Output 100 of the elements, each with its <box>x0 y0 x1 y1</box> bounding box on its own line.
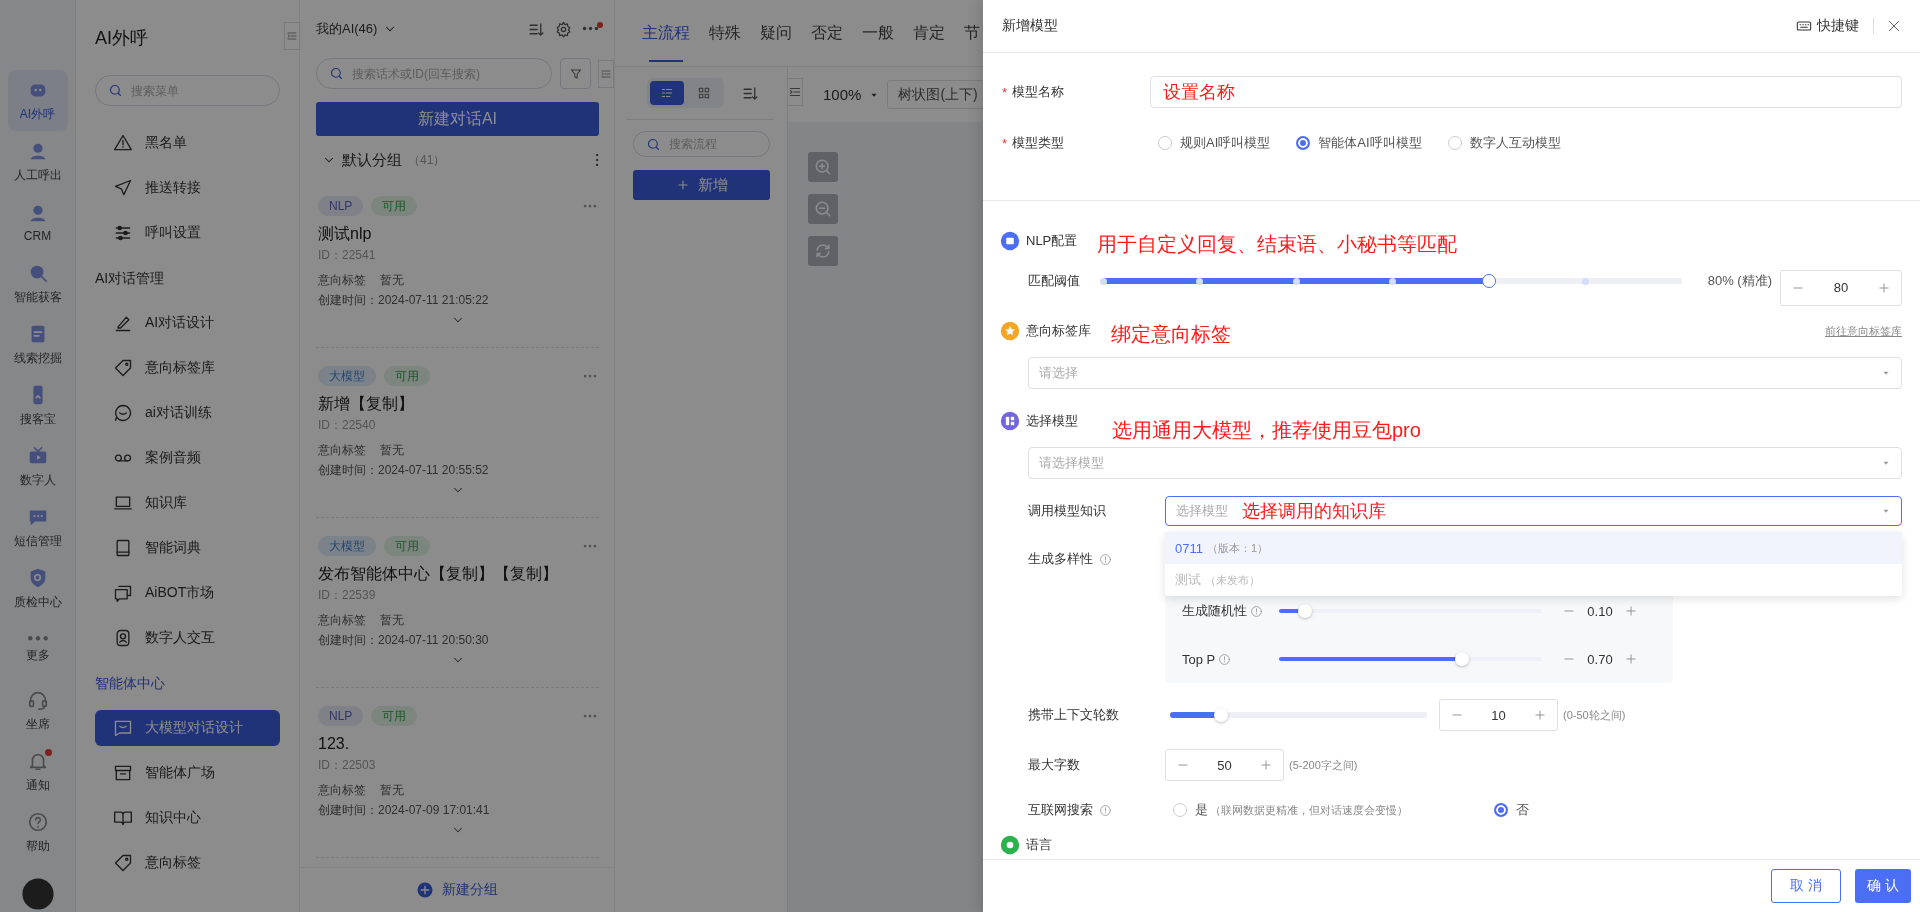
slider-thumb[interactable] <box>1298 604 1313 618</box>
radio-option[interactable]: 数字人互动模型 <box>1447 134 1561 152</box>
slider-thumb[interactable] <box>1482 274 1497 288</box>
plus-icon[interactable] <box>1624 604 1638 618</box>
rail-item[interactable]: 人工呼出 <box>7 131 68 192</box>
rail-item[interactable]: 坐席 <box>7 680 68 741</box>
collapse-tab[interactable] <box>788 78 803 106</box>
select-field[interactable]: 请选择模型 <box>1028 447 1902 479</box>
name-field[interactable]: 设置名称 <box>1150 76 1902 108</box>
menu-item[interactable]: 推送转接 <box>95 170 280 206</box>
menu-item[interactable]: 黑名单 <box>95 125 280 161</box>
menu-item[interactable]: ai对话训练 <box>95 395 280 431</box>
menu-item[interactable]: 智能体广场 <box>95 755 280 791</box>
radio-button[interactable] <box>1494 803 1508 817</box>
number-stepper[interactable]: 10 <box>1439 699 1558 731</box>
avatar[interactable] <box>20 877 55 911</box>
tab[interactable]: 一般 <box>862 0 894 66</box>
sort-icon[interactable] <box>528 20 545 38</box>
radio-button[interactable] <box>1173 803 1187 817</box>
radio-option[interactable]: 否 <box>1494 801 1529 819</box>
menu-item[interactable]: AiBOT市场 <box>95 575 280 611</box>
filter-button[interactable] <box>560 58 591 89</box>
rail-item[interactable]: 帮助 <box>7 802 68 863</box>
menu-item[interactable]: 意向标签库 <box>95 350 280 386</box>
menu-item[interactable]: 知识中心 <box>95 800 280 836</box>
more-icon[interactable] <box>583 203 597 209</box>
plus-icon[interactable] <box>1624 652 1638 666</box>
collapse-icon[interactable] <box>284 22 300 50</box>
tag: 可用 <box>384 366 430 386</box>
slider-thumb[interactable] <box>1455 652 1470 666</box>
radio-option[interactable]: 智能体AI呼叫模型 <box>1296 134 1422 152</box>
tab[interactable]: 节 <box>964 0 980 66</box>
add-button[interactable]: 新增 <box>633 170 770 200</box>
rail-item[interactable]: 质检中心 <box>7 558 68 619</box>
card-id: ID：22541 <box>318 247 377 264</box>
zoom-select[interactable]: 100% <box>823 86 880 103</box>
slider-thumb[interactable] <box>1214 708 1229 722</box>
info-icon[interactable] <box>1099 552 1112 566</box>
radio-button[interactable] <box>1447 136 1462 150</box>
more-icon[interactable] <box>583 373 597 379</box>
rail-item[interactable]: AI外呼 <box>7 70 68 131</box>
rail-item[interactable]: 数字人 <box>7 436 68 497</box>
menu-item[interactable]: 智能词典 <box>95 530 280 566</box>
info-icon[interactable] <box>1099 803 1112 817</box>
radio-option[interactable]: 规则AI呼叫模型 <box>1158 134 1271 152</box>
collapse-icon[interactable] <box>598 60 614 88</box>
menu-item[interactable]: AI对话设计 <box>95 305 280 341</box>
dropdown-option[interactable]: 0711 （版本：1） <box>1165 532 1902 564</box>
rail-item[interactable]: 线索挖掘 <box>7 314 68 375</box>
more-icon[interactable] <box>594 153 599 167</box>
close-icon[interactable] <box>1886 18 1902 34</box>
zoom-in-button[interactable] <box>808 152 838 182</box>
select-field[interactable]: 选择模型 选择调用的知识库 <box>1165 496 1902 526</box>
menu-item[interactable]: 大模型对话设计 <box>95 710 280 746</box>
rail-item[interactable]: 通知 <box>7 741 68 802</box>
new-group-button[interactable]: 新建分组 <box>410 880 504 900</box>
zoom-out-button[interactable] <box>808 194 838 224</box>
radio-button[interactable] <box>1158 136 1172 150</box>
menu-item[interactable]: 知识库 <box>95 485 280 521</box>
plus-icon[interactable] <box>1533 708 1547 722</box>
more-icon[interactable] <box>582 26 599 32</box>
radio-option[interactable]: 是（联网数据更精准，但对话速度会变慢） <box>1173 801 1408 819</box>
plus-icon[interactable] <box>1877 280 1891 295</box>
info-icon[interactable] <box>1218 652 1232 666</box>
menu-item[interactable]: 数字人交互 <box>95 620 280 656</box>
menu-item[interactable]: 意向标签 <box>95 845 280 881</box>
new-ai-button[interactable]: 新建对话AI <box>316 102 599 136</box>
intent-value: 暂无 <box>380 272 404 289</box>
pen-icon <box>113 313 133 333</box>
menu-item[interactable]: 呼叫设置 <box>95 215 280 251</box>
more-icon[interactable] <box>583 543 597 549</box>
section-heading: 智能体中心 <box>95 673 166 693</box>
rail-item[interactable]: CRM <box>7 192 68 253</box>
more-icon[interactable] <box>583 713 597 719</box>
number-stepper[interactable]: 80 <box>1780 269 1902 306</box>
menu-item[interactable]: 案例音频 <box>95 440 280 476</box>
rail-item[interactable]: 搜客宝 <box>7 375 68 436</box>
rail-item[interactable]: 更多 <box>7 619 68 680</box>
tab[interactable]: 疑问 <box>760 0 792 66</box>
tab[interactable]: 主流程 <box>642 0 690 66</box>
select-field[interactable]: 请选择 <box>1028 357 1902 389</box>
confirm-button[interactable]: 确 认 <box>1855 869 1911 903</box>
plus-icon[interactable] <box>1259 758 1273 772</box>
rail-item[interactable]: 短信管理 <box>7 497 68 558</box>
tab[interactable]: 否定 <box>811 0 843 66</box>
number-stepper[interactable]: 50 <box>1165 749 1284 781</box>
shortcut-button[interactable]: 快捷键 <box>1796 17 1859 35</box>
ai-dropdown[interactable]: 我的AI(46) <box>316 20 398 38</box>
refresh-button[interactable] <box>808 236 838 266</box>
group-toggle[interactable]: 默认分组 （41） <box>316 150 446 170</box>
list-view-button[interactable] <box>649 81 684 105</box>
settings-icon[interactable] <box>555 20 572 38</box>
tab[interactable]: 肯定 <box>913 0 945 66</box>
sort-icon[interactable] <box>741 84 759 102</box>
info-icon[interactable] <box>1250 604 1263 618</box>
cancel-button[interactable]: 取 消 <box>1771 869 1841 903</box>
intent-library-link[interactable]: 前往意向标签库 <box>1825 323 1902 339</box>
tab[interactable]: 特殊 <box>709 0 741 66</box>
radio-button[interactable] <box>1296 136 1311 150</box>
rail-item[interactable]: 智能获客 <box>7 253 68 314</box>
